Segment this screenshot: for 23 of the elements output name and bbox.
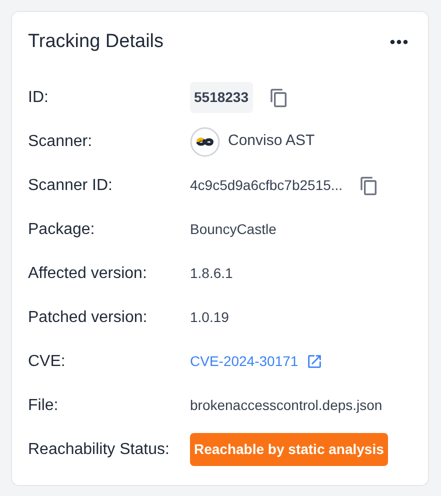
external-link-icon[interactable] bbox=[306, 353, 324, 370]
field-value: brokenaccesscontrol.deps.json bbox=[190, 396, 382, 415]
field-label: CVE: bbox=[28, 352, 66, 372]
field-value: 1.8.6.1 bbox=[190, 264, 233, 283]
field-label: ID: bbox=[28, 88, 50, 108]
card-title: Tracking Details bbox=[28, 30, 164, 54]
field-label: Patched version: bbox=[28, 308, 148, 328]
field-label: File: bbox=[28, 396, 60, 416]
field-label: Package: bbox=[28, 220, 96, 240]
scanner-logo-icon bbox=[190, 126, 220, 156]
copy-icon[interactable] bbox=[358, 176, 379, 196]
field-value: 1.0.19 bbox=[190, 308, 229, 327]
status-badge: Reachable by static analysis bbox=[190, 433, 388, 466]
scanner-name: Conviso AST bbox=[228, 131, 315, 152]
cve-link[interactable]: CVE-2024-30171 bbox=[190, 351, 298, 372]
id-badge: 5518233 bbox=[190, 82, 253, 113]
field-label: Affected version: bbox=[28, 264, 148, 284]
copy-icon[interactable] bbox=[268, 88, 289, 108]
field-label: Scanner: bbox=[28, 132, 94, 152]
field-value: BouncyCastle bbox=[190, 220, 276, 239]
field-label: Scanner ID: bbox=[28, 176, 114, 196]
scanner-id: 4c9c5d9a6cfbc7b2515... bbox=[190, 176, 343, 195]
field-label: Reachability Status: bbox=[28, 440, 170, 460]
